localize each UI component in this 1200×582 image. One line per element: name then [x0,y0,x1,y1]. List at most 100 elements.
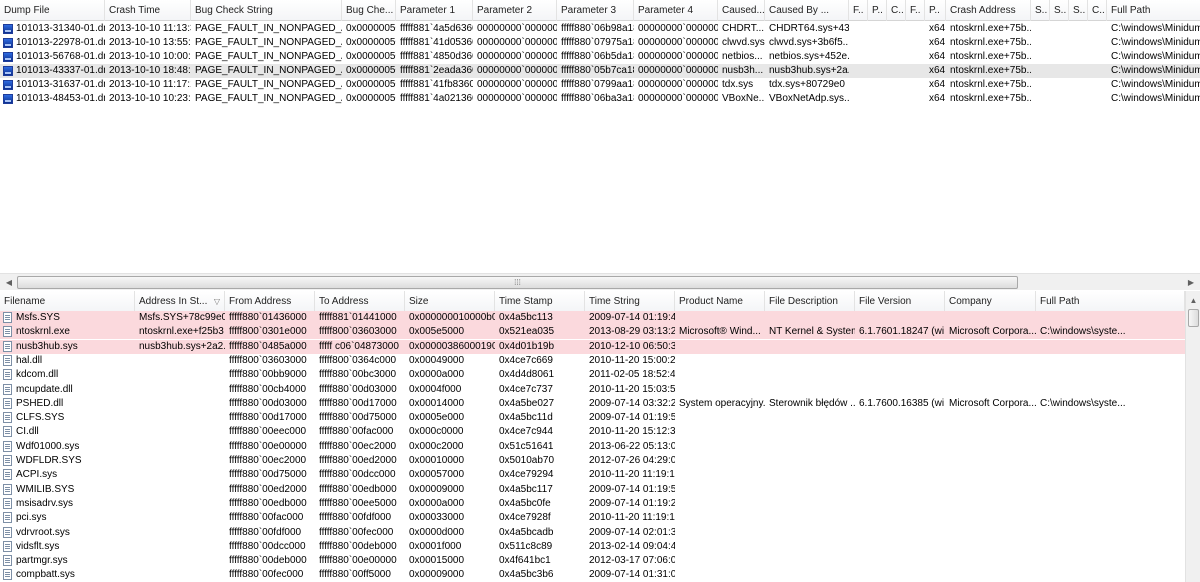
driver-column-header[interactable]: Product Name [675,291,765,312]
dump-cell-param2: 00000000`00000000 [477,51,557,62]
driver-column-header[interactable]: Address In St... ▽ [135,291,225,312]
driver-table-row[interactable]: ntoskrnl.exe ntoskrnl.exe+f25b3 fffff800`0… [0,325,1185,340]
driver-table-row[interactable]: nusb3hub.sys nusb3hub.sys+2a2... fffff880`… [0,339,1185,354]
dump-cell-param4: 00000000`00000005 [638,65,718,76]
dump-column-header[interactable]: Parameter 2 [473,0,557,21]
dump-table-row[interactable]: 101013-31637-01.dmp 2013-10-10 11:17:18 PA… [0,78,1200,92]
driver-cell-filename: vdrvroot.sys [16,526,70,538]
dump-column-header[interactable]: Parameter 4 [634,0,718,21]
driver-table-row[interactable]: vdrvroot.sys fffff880`00fdf000 fffff880`00… [0,526,1185,540]
dump-cell-crash-address: ntoskrnl.exe+75b... [950,93,1031,104]
driver-file-icon [3,312,12,323]
driver-cell-from: fffff880`00edb000 [229,497,307,509]
driver-table-row[interactable]: mcupdate.dll fffff880`00cb4000 fffff880`00… [0,383,1185,397]
driver-table-row[interactable]: Msfs.SYS Msfs.SYS+78c99e0 fffff880`0143600… [0,311,1185,325]
dump-column-header[interactable]: Bug Che... [342,0,396,21]
scroll-up-icon[interactable]: ▲ [1186,293,1200,308]
scroll-right-icon[interactable]: ▶ [1183,275,1199,290]
driver-column-header[interactable]: Full Path [1036,291,1185,312]
dump-table-row[interactable]: 101013-22978-01.dmp 2013-10-10 13:55:36 PA… [0,36,1200,50]
driver-table-row[interactable]: partmgr.sys fffff880`00deb000 fffff880`00e… [0,554,1185,568]
driver-table-row[interactable]: CLFS.SYS fffff880`00d17000 fffff880`00d750… [0,411,1185,425]
driver-column-header[interactable]: Size [405,291,495,312]
grip-icon: ⁞⁞⁞ [514,278,521,287]
driver-cell-path [1036,425,1185,439]
driver-cell-timestring: 2011-02-05 18:52:49 [589,369,675,381]
driver-cell-size: 0x0000a000 [409,497,465,509]
driver-column-header[interactable]: Time Stamp [495,291,585,312]
driver-column-header[interactable]: From Address [225,291,315,312]
driver-cell-filename: partmgr.sys [16,555,68,567]
scroll-left-icon[interactable]: ◀ [1,275,17,290]
dump-column-header[interactable]: F.. [849,0,868,21]
dump-column-header[interactable]: Parameter 1 [396,0,473,21]
driver-table-row[interactable]: CI.dll fffff880`00eec000 fffff880`00fac000… [0,425,1185,439]
driver-column-header[interactable]: File Description [765,291,855,312]
driver-table-row[interactable]: ACPI.sys fffff880`00d75000 fffff880`00dcc0… [0,468,1185,482]
dump-column-header[interactable]: Parameter 3 [557,0,634,21]
driver-cell-size: 0x00014000 [409,397,465,409]
driver-table-row[interactable]: PSHED.dll fffff880`00d03000 fffff880`00d17… [0,397,1185,411]
driver-cell-path [1036,526,1185,540]
driver-cell-path [1036,497,1185,511]
dump-column-header[interactable]: F.. [906,0,925,21]
dump-table-hscrollbar[interactable]: ◀ ⁞⁞⁞ ▶ [0,273,1200,290]
dump-column-header[interactable]: S.. [1031,0,1050,21]
dump-cell-dump-file: 101013-56768-01.dmp [16,51,105,62]
hscroll-thumb[interactable]: ⁞⁞⁞ [17,276,1018,289]
dump-column-header[interactable]: S.. [1069,0,1088,21]
driver-cell-timestamp: 0x4ce7c737 [499,383,553,395]
driver-cell-path [1036,511,1185,525]
driver-cell-description [765,354,855,368]
driver-table-row[interactable]: msisadrv.sys fffff880`00edb000 fffff880`00… [0,497,1185,511]
driver-cell-version [855,440,945,454]
driver-column-header[interactable]: Company [945,291,1036,312]
dump-column-header[interactable]: P.. [925,0,946,21]
driver-table-row[interactable]: vidsflt.sys fffff880`00dcc000 fffff880`00d… [0,540,1185,554]
dump-column-header[interactable]: C.. [1088,0,1107,21]
dump-cell-full-path: C:\windows\Minidump [1111,93,1200,104]
dump-cell-dump-file: 101013-43337-01.dmp [16,65,105,76]
dump-column-header[interactable]: Bug Check String [191,0,342,21]
dump-column-header[interactable]: Dump File [0,0,105,21]
dump-column-header[interactable]: Crash Time [105,0,191,21]
dump-column-header[interactable]: Caused By ... [765,0,849,21]
dump-column-header[interactable]: S.. [1050,0,1069,21]
driver-cell-product [675,554,765,568]
dump-column-header[interactable]: P.. [868,0,887,21]
dump-column-header[interactable]: Full Path [1107,0,1200,21]
dump-cell-param4: 00000000`00000005 [638,23,718,34]
driver-table-row[interactable]: Wdf01000.sys fffff880`00e00000 fffff880`00… [0,440,1185,454]
driver-table-row[interactable]: WMILIB.SYS fffff880`00ed2000 fffff880`00ed… [0,483,1185,497]
driver-column-header[interactable]: To Address [315,291,405,312]
dump-cell-param1: fffff881`4a021360 [400,93,473,104]
driver-cell-description [765,454,855,468]
dump-table-row[interactable]: 101013-31340-01.dmp 2013-10-10 11:13:34 PA… [0,22,1200,36]
driver-table-row[interactable]: kdcom.dll fffff880`00bb9000 fffff880`00bc3… [0,368,1185,382]
dump-cell-param1: fffff881`41fb8360 [400,79,473,90]
driver-table-row[interactable]: WDFLDR.SYS fffff880`00ec2000 fffff880`00ed… [0,454,1185,468]
driver-cell-filename: kdcom.dll [16,369,59,381]
driver-column-header[interactable]: Time String [585,291,675,312]
driver-table-row[interactable]: hal.dll fffff800`03603000 fffff800`0364c00… [0,354,1185,368]
driver-file-icon [3,426,12,438]
driver-table-row[interactable]: pci.sys fffff880`00fac000 fffff880`00fdf00… [0,511,1185,525]
driver-cell-path [1036,383,1185,397]
driver-cell-company [945,526,1036,540]
dump-cell-full-path: C:\windows\Minidump [1111,65,1200,76]
dump-cell-param3: fffff880`0799aa18 [561,79,634,90]
driver-column-header[interactable]: File Version [855,291,945,312]
dump-table-row[interactable]: 101013-56768-01.dmp 2013-10-10 10:00:15 PA… [0,50,1200,64]
driver-cell-from: fffff880`00fdf000 [229,526,302,538]
dump-column-header[interactable]: Caused... [718,0,765,21]
driver-cell-filename: CI.dll [16,426,39,438]
vscroll-thumb[interactable] [1188,309,1199,327]
dump-column-header[interactable]: C.. [887,0,906,21]
dump-column-header[interactable]: Crash Address [946,0,1031,21]
dump-cell-bug-check-string: PAGE_FAULT_IN_NONPAGED_AREA [195,23,342,34]
dump-table-row[interactable]: 101013-43337-01.dmp 2013-10-10 18:48:54 PA… [0,64,1200,78]
driver-column-header[interactable]: Filename [0,291,135,312]
drivers-table-vscrollbar[interactable]: ▲ [1185,291,1200,582]
dump-table-row[interactable]: 101013-48453-01.dmp 2013-10-10 10:23:39 PA… [0,92,1200,106]
driver-table-row[interactable]: compbatt.sys fffff880`00fec000 fffff880`00… [0,568,1185,582]
